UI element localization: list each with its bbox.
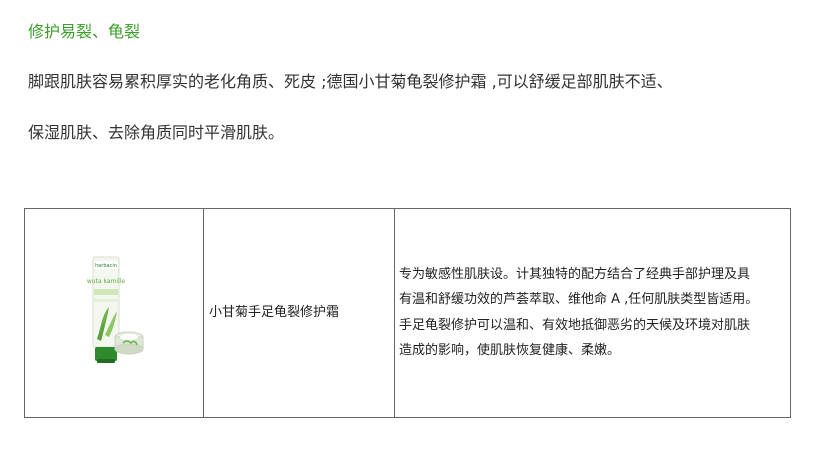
product-name: 小甘菊手足龟裂修护霜 — [209, 305, 340, 320]
description-line-3: 手足龟裂修护可以温和、有效地抵御恶劣的天候及环境对肌肤 — [399, 317, 751, 333]
table-row: herbacin wuta kamille 小甘菊手足龟裂修护霜 专为敏感性肌肤… — [24, 208, 791, 418]
product-brand-text: herbacin — [95, 263, 117, 269]
product-tube-text: wuta kamille — [87, 278, 126, 285]
description-line-4: 造成的影响，使肌肤恢复健康、柔嫩。 — [399, 343, 621, 359]
description-line-2: 有温和舒缓功效的芦荟萃取、维他命 A ,任何肌肤类型皆适用。 — [399, 292, 759, 308]
paragraph-line-2: 保湿肌肤、去除角质同时平滑肌肤。 — [28, 123, 285, 142]
product-table: herbacin wuta kamille 小甘菊手足龟裂修护霜 专为敏感性肌肤… — [24, 208, 791, 418]
product-image-cell: herbacin wuta kamille — [24, 208, 204, 418]
section-heading: 修护易裂、龟裂 — [28, 22, 141, 41]
product-description-cell: 专为敏感性肌肤设。计其独特的配方结合了经典手部护理及具 有温和舒缓功效的芦荟萃取… — [394, 208, 791, 418]
paragraph-line-1: 脚跟肌肤容易累积厚实的老化角质、死皮 ;德国小甘菊龟裂修护霜 ,可以舒缓足部肌肤… — [28, 72, 673, 91]
description-line-1: 专为敏感性肌肤设。计其独特的配方结合了经典手部护理及具 — [399, 266, 751, 282]
product-image: herbacin wuta kamille — [87, 256, 144, 363]
product-name-cell: 小甘菊手足龟裂修护霜 — [203, 208, 395, 418]
